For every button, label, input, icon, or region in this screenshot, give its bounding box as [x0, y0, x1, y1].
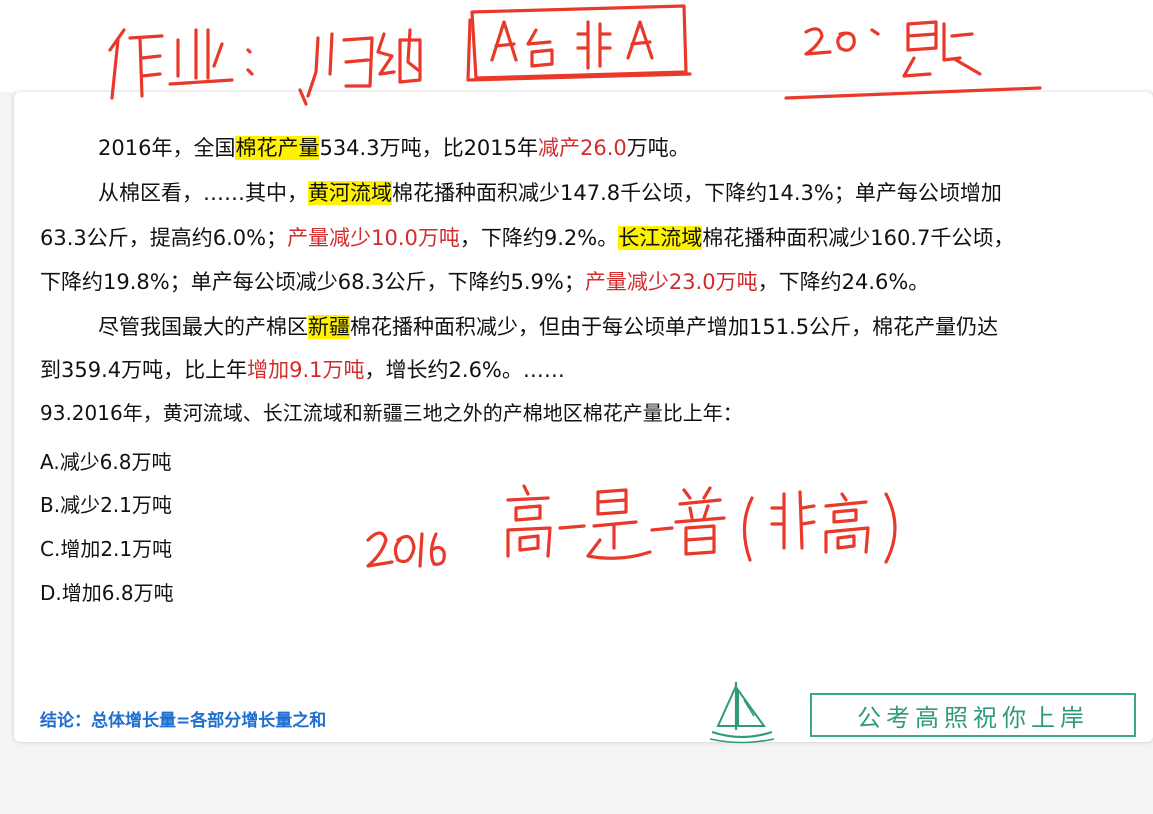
red-text-yellow-river-output: 产量减少10.0万吨	[287, 226, 460, 250]
text-span: ，下降约9.2%。	[459, 226, 619, 250]
text-span: 棉花播种面积减少147.8千公顷，下降约14.3%；单产每公顷增加	[392, 181, 1002, 205]
text-span: 棉花播种面积减少，但由于每公顷单产增加151.5公斤，棉花产量仍达	[350, 315, 999, 339]
option-d[interactable]: D.增加6.8万吨	[40, 577, 174, 606]
sailboat-icon	[709, 682, 775, 744]
paragraph-2-line-3: 下降约19.8%；单产每公顷减少68.3公斤，下降约5.9%；产量减少23.0万…	[40, 265, 929, 299]
slogan-box: 公考高照祝你上岸	[810, 693, 1136, 737]
red-text-yangtze-output: 产量减少23.0万吨	[584, 270, 758, 294]
text-span: 下降约19.8%；单产每公顷减少68.3公斤，下降约5.9%；	[40, 270, 585, 294]
text-span: 63.3公斤，提高约6.0%；	[40, 226, 288, 250]
text-span: 到359.4万吨，比上年	[40, 358, 248, 382]
text-span: 尽管我国最大的产棉区	[98, 315, 308, 339]
text-span: 万吨。	[626, 136, 690, 160]
slogan-text: 公考高照祝你上岸	[857, 703, 1089, 732]
highlight-cotton-output: 棉花产量	[235, 136, 320, 160]
highlight-xinjiang: 新疆	[308, 315, 350, 339]
paragraph-3-line-1: 尽管我国最大的产棉区新疆棉花播种面积减少，但由于每公顷单产增加151.5公斤，棉…	[98, 310, 998, 344]
text-span: ，增长约2.6%。……	[364, 358, 565, 382]
option-c[interactable]: C.增加2.1万吨	[40, 533, 172, 562]
text-span: 534.3万吨，比2015年	[319, 136, 539, 160]
option-a[interactable]: A.减少6.8万吨	[40, 446, 172, 475]
paragraph-3-line-2: 到359.4万吨，比上年增加9.1万吨，增长约2.6%。……	[40, 353, 565, 387]
question-stem: 93.2016年，黄河流域、长江流域和新疆三地之外的产棉地区棉花产量比上年：	[40, 401, 743, 425]
paragraph-2-line-2: 63.3公斤，提高约6.0%；产量减少10.0万吨，下降约9.2%。长江流域棉花…	[40, 221, 1014, 255]
text-span: 从棉区看，……其中，	[98, 181, 308, 205]
option-b[interactable]: B.减少2.1万吨	[40, 489, 172, 518]
highlight-yellow-river: 黄河流域	[308, 181, 392, 205]
paragraph-1: 2016年，全国棉花产量534.3万吨，比2015年减产26.0万吨。	[98, 131, 690, 165]
text-span: 2016年，全国	[98, 136, 236, 160]
conclusion-note: 结论：总体增长量=各部分增长量之和	[40, 711, 327, 731]
text-span: 棉花播种面积减少160.7千公顷，	[702, 226, 1015, 250]
red-text-xinjiang-increase: 增加9.1万吨	[247, 358, 365, 382]
text-span: ，下降约24.6%。	[757, 270, 930, 294]
annotation-area	[0, 0, 1153, 92]
red-text-decrease: 减产26.0	[538, 136, 627, 160]
highlight-yangtze-river: 长江流域	[618, 226, 703, 250]
paragraph-2-line-1: 从棉区看，……其中，黄河流域棉花播种面积减少147.8千公顷，下降约14.3%；…	[98, 176, 1002, 210]
